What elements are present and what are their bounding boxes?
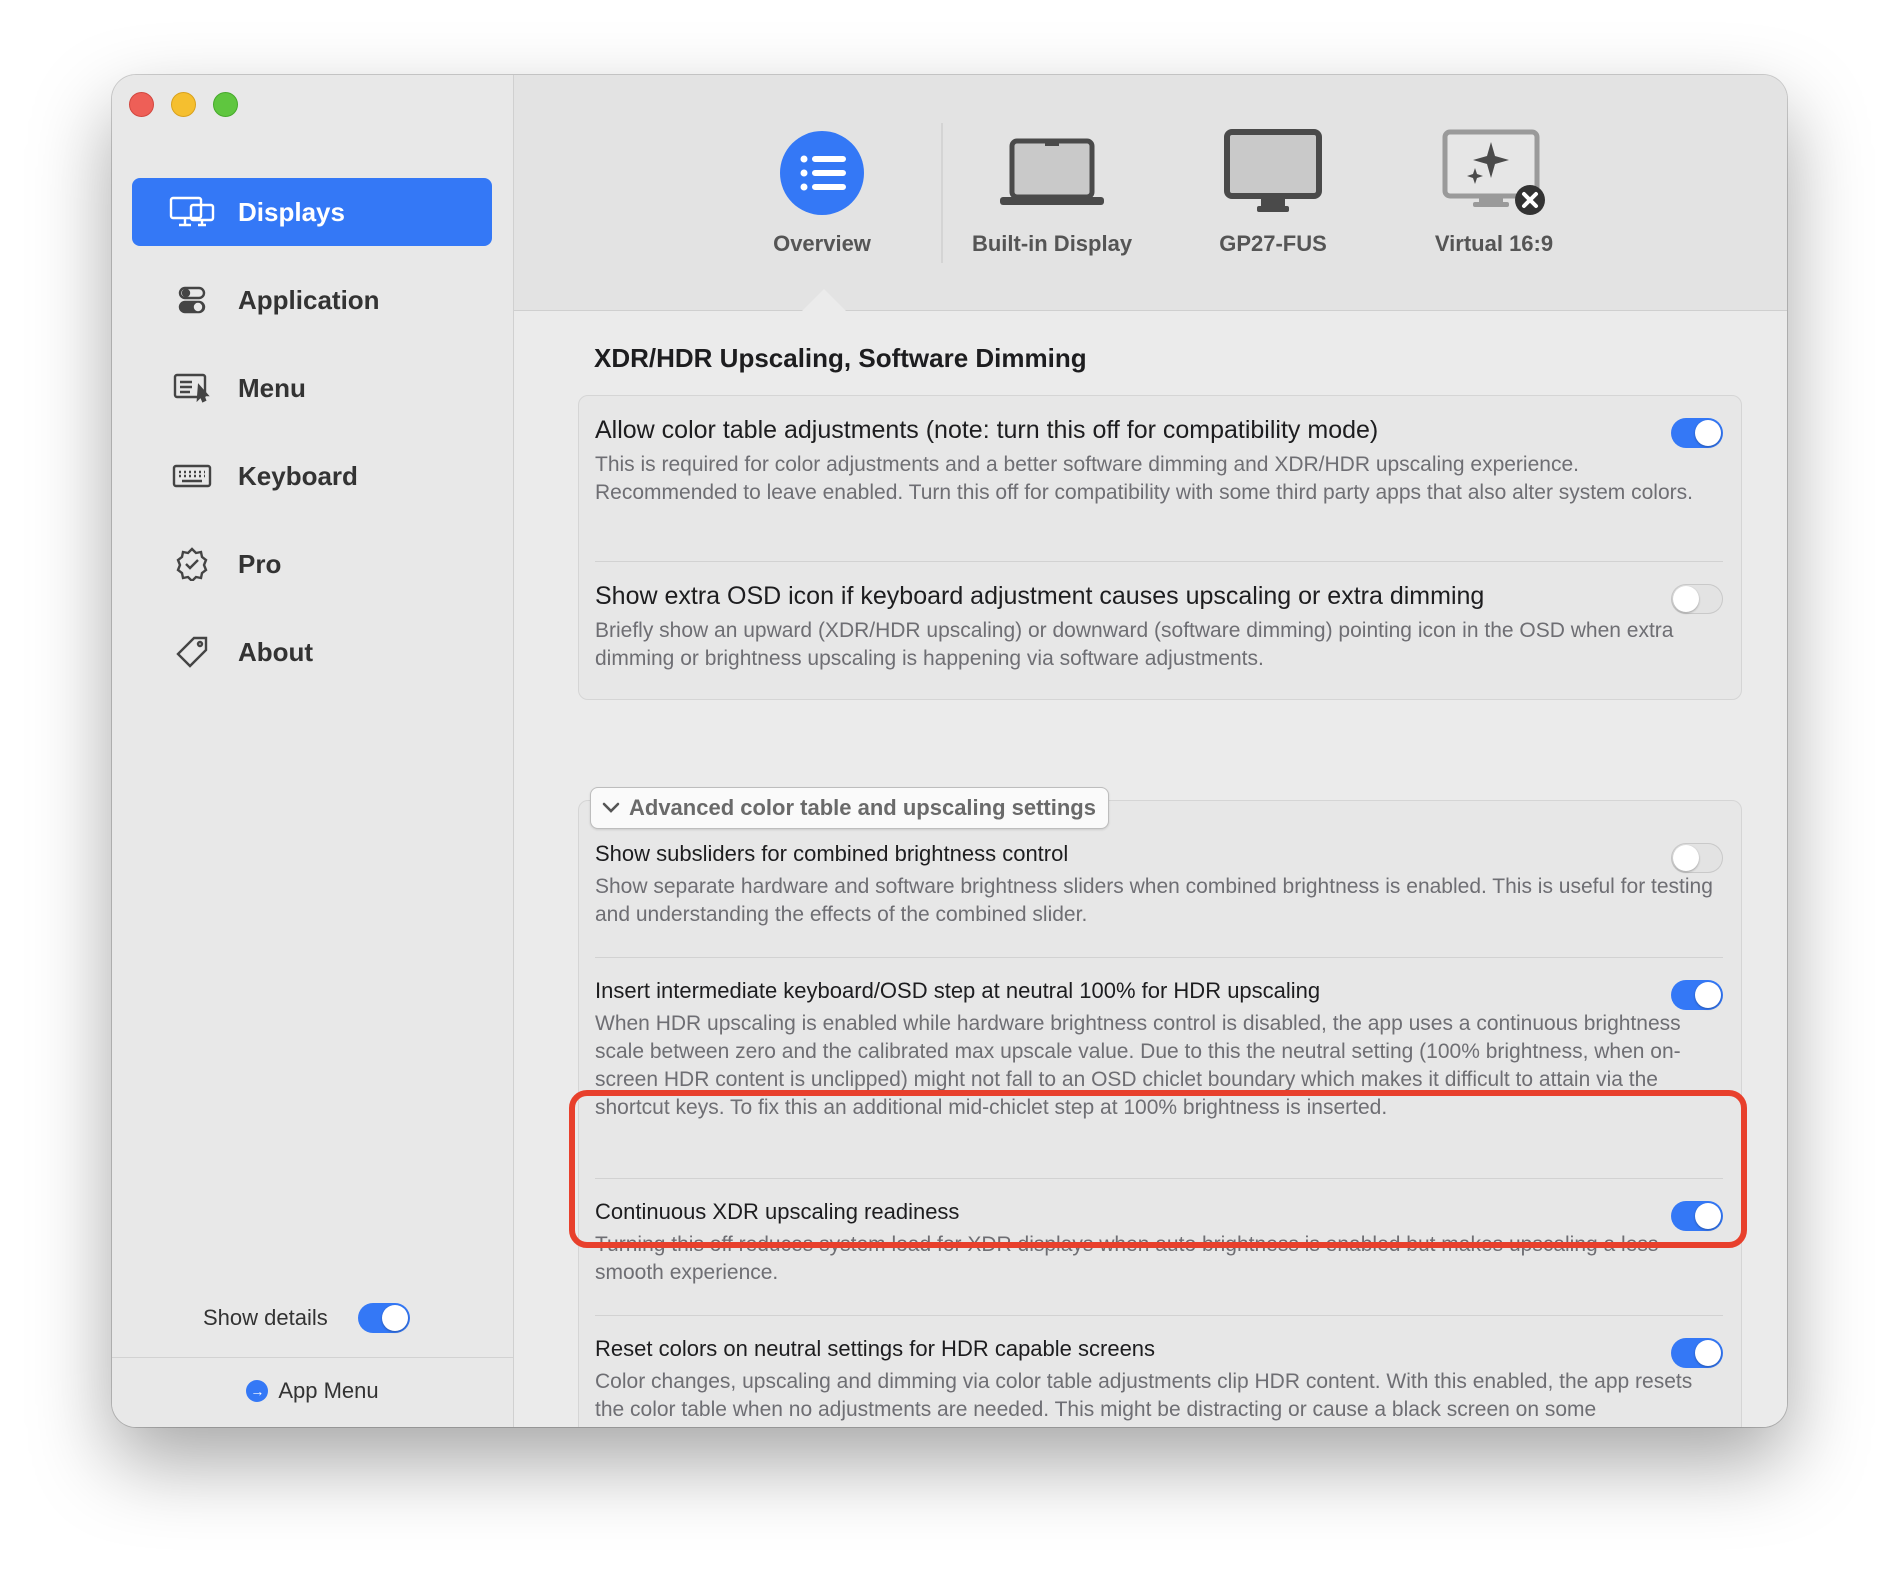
tab-label: GP27-FUS [1219,231,1327,256]
keyboard-icon [168,458,216,494]
sidebar-item-menu[interactable]: Menu [132,354,492,422]
setting-title: Allow color table adjustments (note: tur… [595,416,1379,444]
settings-card-basic: Allow color table adjustments (note: tur… [578,395,1742,700]
setting-description: Briefly show an upward (XDR/HDR upscalin… [595,619,1674,670]
sidebar: Displays Application Menu Keyboard Pro A… [112,75,514,1427]
chevron-down-icon [602,802,620,813]
show-details-row: Show details [203,1303,410,1333]
settings-content: XDR/HDR Upscaling, Software Dimming Allo… [514,311,1787,1427]
reset-colors-toggle[interactable] [1671,1338,1723,1368]
sidebar-item-application[interactable]: Application [132,266,492,334]
app-menu-button[interactable]: → App Menu [112,1378,513,1404]
advanced-settings-disclosure[interactable]: Advanced color table and upscaling setti… [590,787,1109,829]
subsliders-toggle[interactable] [1671,843,1723,873]
setting-row-reset-colors: Reset colors on neutral settings for HDR… [595,1336,1723,1427]
intermediate-step-toggle[interactable] [1671,980,1723,1010]
sidebar-item-pro[interactable]: Pro [132,530,492,598]
arrow-right-circle-icon: → [246,1380,269,1402]
laptop-icon [1000,138,1104,205]
setting-title: Reset colors on neutral settings for HDR… [595,1336,1156,1361]
sidebar-item-displays[interactable]: Displays [132,178,492,246]
tab-virtual-16-9[interactable]: Virtual 16:9 [1394,123,1594,257]
sidebar-divider [112,1357,513,1358]
tag-icon [168,634,216,670]
tab-label: Overview [773,231,871,256]
section-title: XDR/HDR Upscaling, Software Dimming [594,343,1087,373]
tab-gp27-fus[interactable]: GP27-FUS [1173,123,1373,257]
sidebar-item-label: Menu [238,372,306,403]
color-table-toggle[interactable] [1671,418,1723,448]
tab-overview[interactable]: Overview [722,123,922,257]
window-controls [129,92,238,117]
toolbar-separator [941,123,943,263]
setting-description: Show separate hardware and software brig… [595,875,1713,926]
app-menu-label: App Menu [278,1378,379,1403]
row-divider [595,561,1723,562]
virtual-display-icon [1442,129,1545,215]
list-icon [780,131,864,215]
minimize-window-button[interactable] [171,92,196,117]
sidebar-item-label: Pro [238,548,282,579]
sidebar-item-keyboard[interactable]: Keyboard [132,442,492,510]
tab-label: Built-in Display [971,231,1133,256]
highlight-annotation [569,1090,1747,1248]
setting-row-subsliders: Show subsliders for combined brightness … [595,841,1723,929]
sidebar-item-label: Application [238,284,380,315]
tab-label: Virtual 16:9 [1434,231,1554,256]
application-toggles-icon [168,282,216,318]
show-details-toggle[interactable] [357,1303,410,1333]
sidebar-item-label: Displays [238,196,345,227]
menu-icon [168,370,216,406]
close-window-button[interactable] [129,92,154,117]
row-divider [595,1315,1723,1316]
monitor-icon [1224,129,1322,212]
displays-icon [168,194,216,230]
disclosure-label: Advanced color table and upscaling setti… [629,795,1096,820]
sidebar-item-label: About [238,636,314,667]
zoom-window-button[interactable] [213,92,238,117]
selected-tab-pointer [802,289,846,311]
setting-row-extra-osd: Show extra OSD icon if keyboard adjustme… [595,582,1723,673]
setting-row-color-table: Allow color table adjustments (note: tur… [595,416,1723,507]
setting-description: Color changes, upscaling and dimming via… [595,1370,1693,1427]
sidebar-item-about[interactable]: About [132,618,492,686]
setting-title: Show subsliders for combined brightness … [595,841,1069,866]
row-divider [595,957,1723,958]
toolbar: Overview Built-in Display GP27-FUS Virtu… [514,75,1787,311]
setting-title: Insert intermediate keyboard/OSD step at… [595,978,1321,1003]
extra-osd-toggle[interactable] [1671,584,1723,614]
setting-title: Show extra OSD icon if keyboard adjustme… [595,582,1485,610]
show-details-label: Show details [203,1305,328,1330]
setting-description: This is required for color adjustments a… [595,453,1693,504]
sidebar-nav: Displays Application Menu Keyboard Pro A… [132,178,492,706]
pro-badge-icon [168,546,216,582]
tab-built-in-display[interactable]: Built-in Display [952,123,1152,257]
sidebar-item-label: Keyboard [238,460,358,491]
